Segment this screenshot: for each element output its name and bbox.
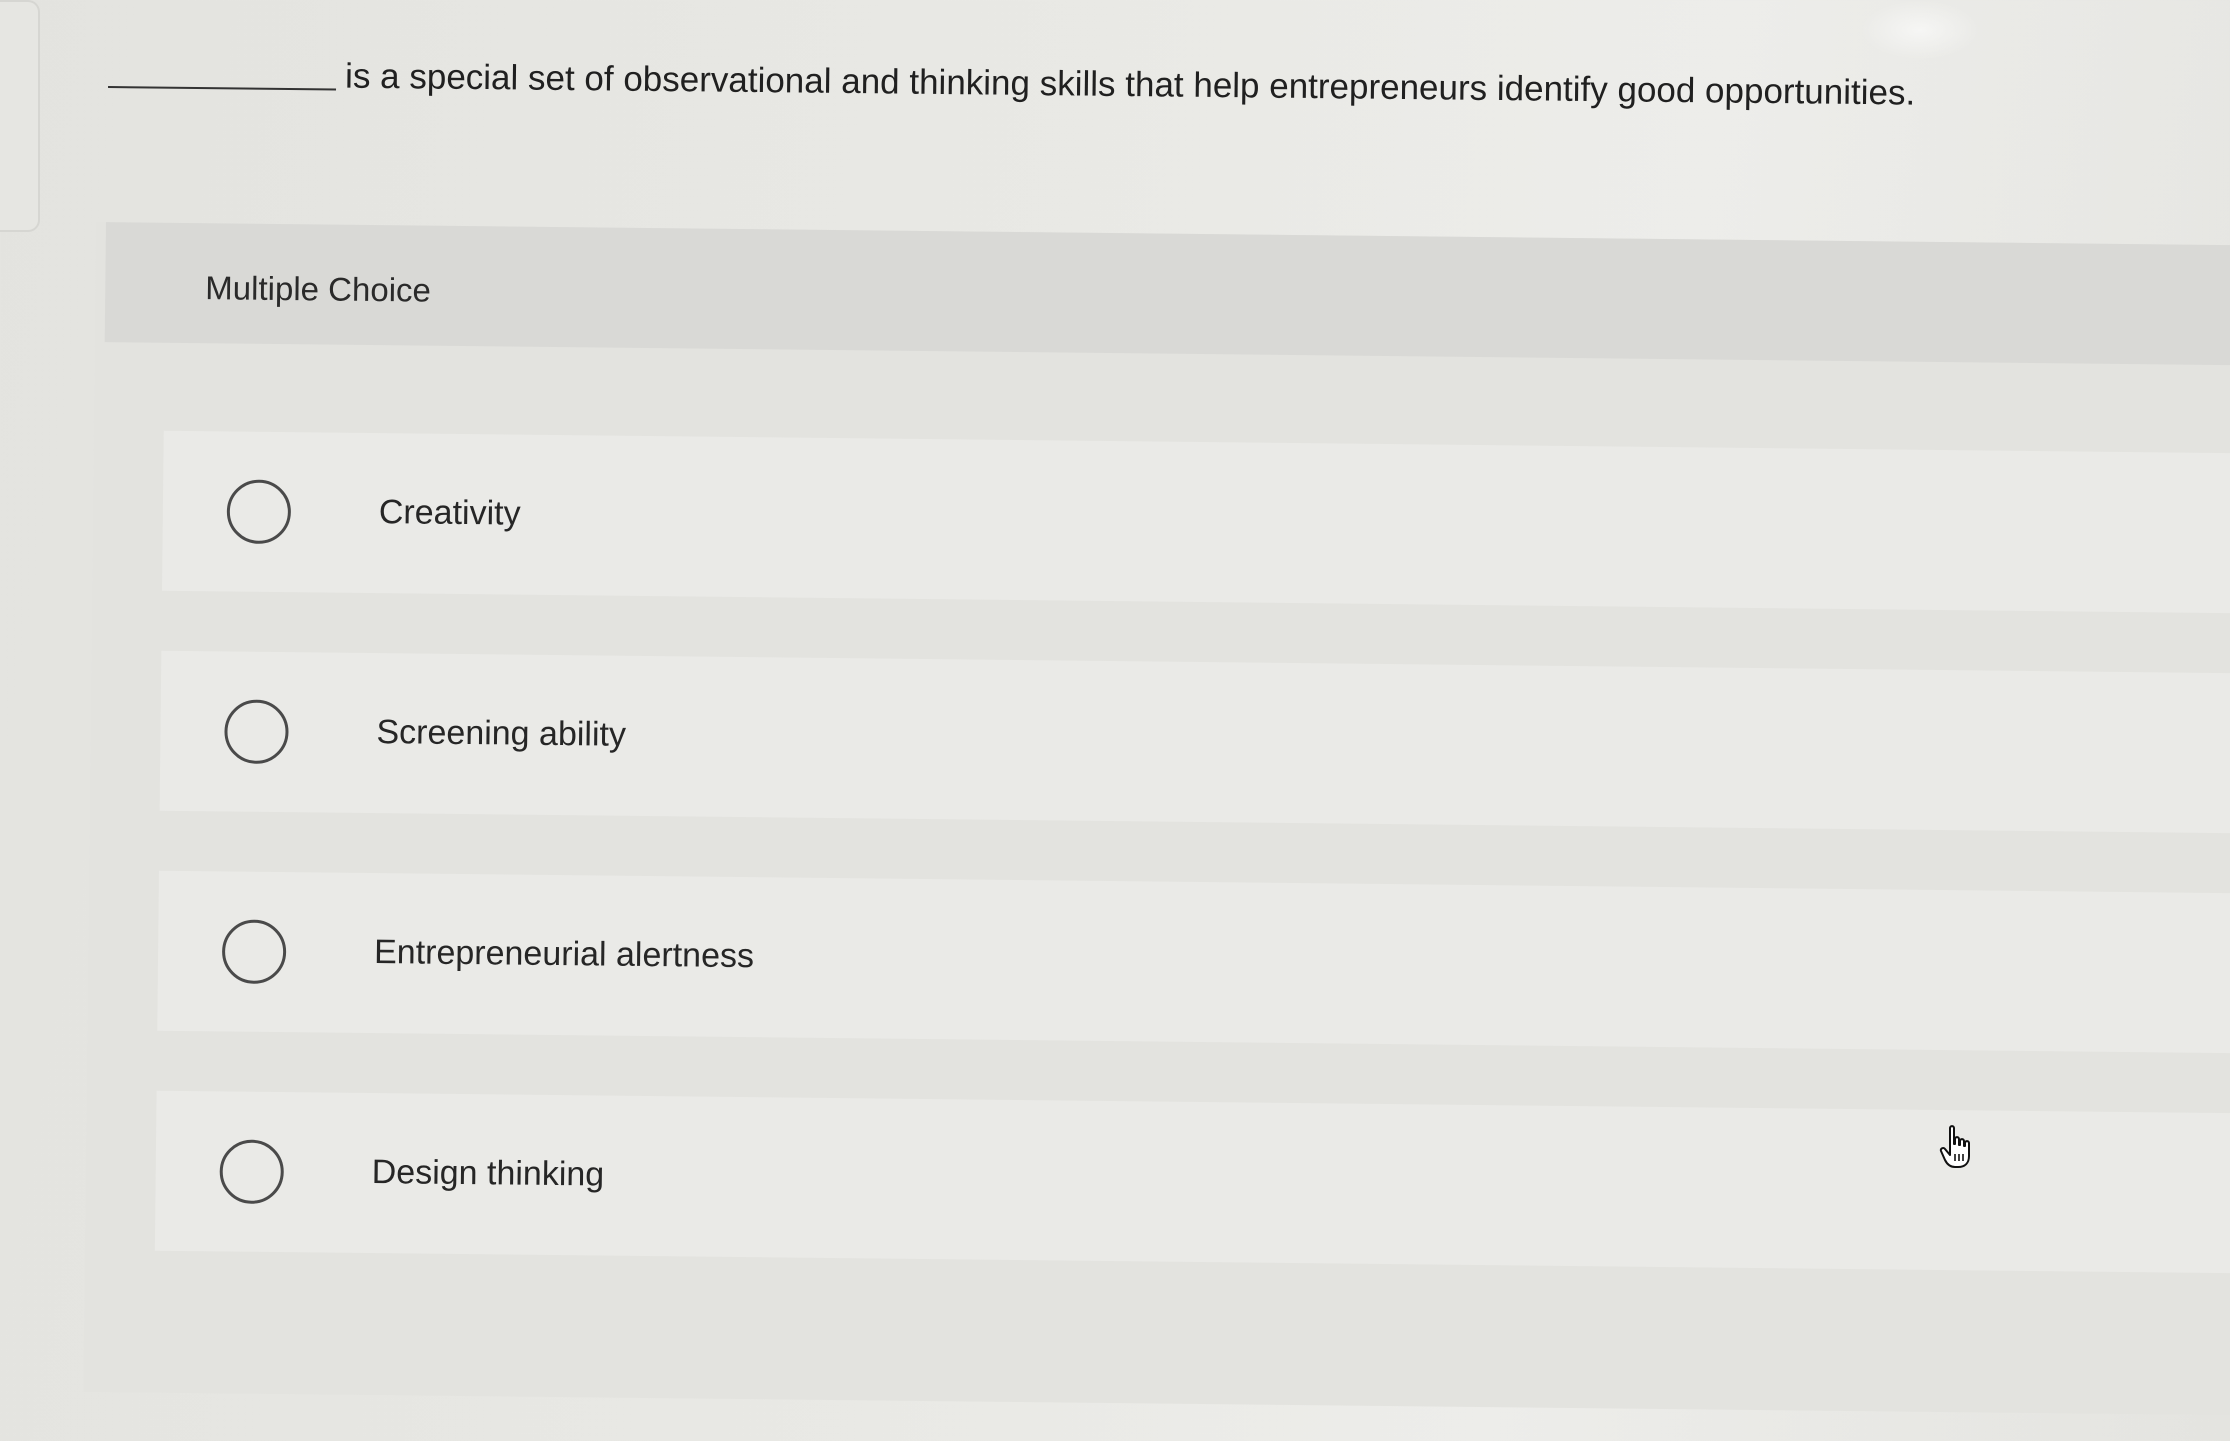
option-label-creativity: Creativity xyxy=(378,493,521,533)
option-label-screening-ability: Screening ability xyxy=(376,713,627,754)
option-creativity[interactable]: Creativity xyxy=(162,430,2230,614)
screen-glare xyxy=(1860,0,1980,60)
option-label-design-thinking: Design thinking xyxy=(371,1153,605,1194)
radio-button-entrepreneurial-alertness[interactable] xyxy=(221,919,287,985)
left-side-tab xyxy=(0,0,40,232)
question-prompt: is a special set of observational and th… xyxy=(108,50,2109,152)
hand-pointer-icon xyxy=(1938,1124,1978,1170)
radio-button-creativity[interactable] xyxy=(226,479,292,545)
radio-button-screening-ability[interactable] xyxy=(224,699,289,765)
option-entrepreneurial-alertness[interactable]: Entrepreneurial alertness xyxy=(157,870,2230,1054)
answer-blank-line xyxy=(108,86,337,91)
option-screening-ability[interactable]: Screening ability xyxy=(159,650,2230,834)
radio-button-design-thinking[interactable] xyxy=(219,1139,285,1205)
multiple-choice-label: Multiple Choice xyxy=(205,269,432,309)
question-text: is a special set of observational and th… xyxy=(344,56,1916,113)
multiple-choice-header: Multiple Choice xyxy=(104,222,2230,366)
answer-options: Creativity Screening ability Entrepreneu… xyxy=(154,430,2230,1334)
multiple-choice-panel: Multiple Choice Creativity Screening abi… xyxy=(83,222,2230,1416)
option-design-thinking[interactable]: Design thinking xyxy=(154,1090,2230,1274)
option-label-entrepreneurial-alertness: Entrepreneurial alertness xyxy=(373,933,755,976)
